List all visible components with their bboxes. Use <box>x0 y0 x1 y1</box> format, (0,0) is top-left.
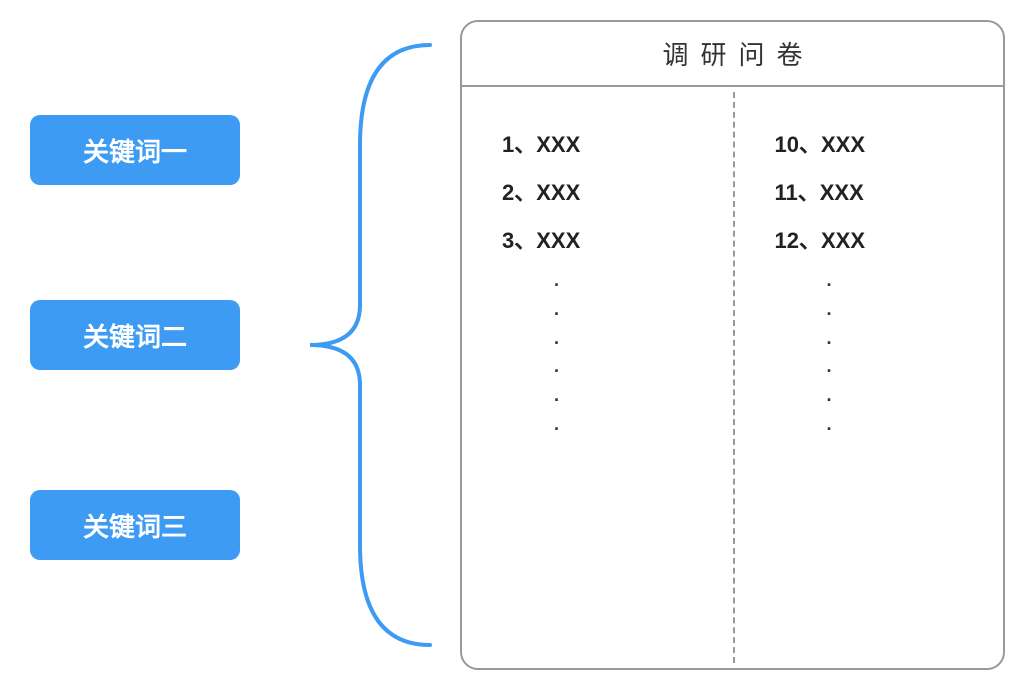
list-item: 10、XXX <box>775 127 974 159</box>
keyword-label-3: 关键词三 <box>83 507 187 544</box>
list-item: 11、XXX <box>775 175 974 207</box>
left-column: 1、XXX 2、XXX 3、XXX · · · · · · <box>462 87 733 668</box>
column-divider <box>733 92 735 663</box>
diagram-container: 关键词一 关键词二 关键词三 调研问卷 1、XXX 2、XXX 3、XXX · … <box>0 0 1036 696</box>
dot: · <box>554 300 703 329</box>
keyword-box-3: 关键词三 <box>30 490 240 560</box>
brace-icon <box>280 25 460 665</box>
questionnaire-card: 调研问卷 1、XXX 2、XXX 3、XXX · · · · · · 10、XX… <box>460 20 1005 670</box>
list-item: 2、XXX <box>502 175 703 207</box>
dot: · <box>554 329 703 358</box>
dot: · <box>827 415 974 444</box>
dot: · <box>827 271 974 300</box>
dot: · <box>827 300 974 329</box>
ellipsis-dots: · · · · · · <box>502 271 703 444</box>
keyword-label-2: 关键词二 <box>83 317 187 354</box>
right-column: 10、XXX 11、XXX 12、XXX · · · · · · <box>733 87 1004 668</box>
dot: · <box>827 386 974 415</box>
list-item: 12、XXX <box>775 223 974 255</box>
dot: · <box>554 386 703 415</box>
list-item: 1、XXX <box>502 127 703 159</box>
dot: · <box>554 271 703 300</box>
keyword-label-1: 关键词一 <box>83 132 187 169</box>
keyword-box-2: 关键词二 <box>30 300 240 370</box>
questionnaire-title: 调研问卷 <box>462 22 1003 87</box>
list-item: 3、XXX <box>502 223 703 255</box>
questionnaire-body: 1、XXX 2、XXX 3、XXX · · · · · · 10、XXX 11、… <box>462 87 1003 668</box>
dot: · <box>827 357 974 386</box>
keyword-box-1: 关键词一 <box>30 115 240 185</box>
dot: · <box>554 415 703 444</box>
dot: · <box>827 329 974 358</box>
ellipsis-dots: · · · · · · <box>775 271 974 444</box>
dot: · <box>554 357 703 386</box>
